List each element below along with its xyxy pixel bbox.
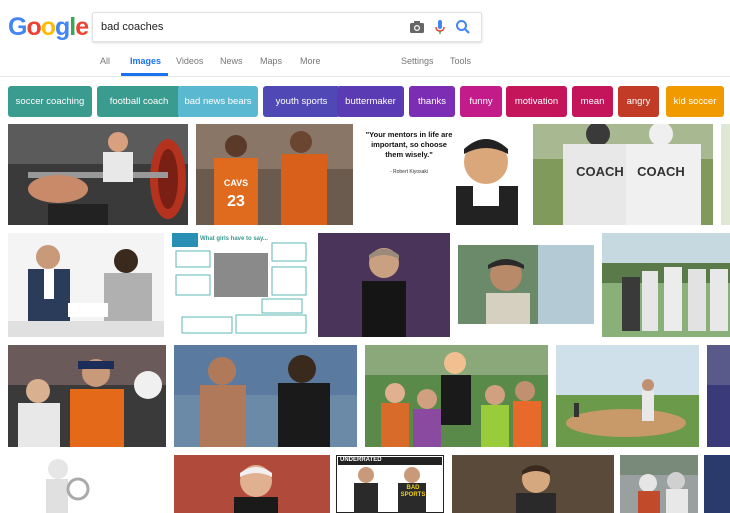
image-result-coach-sideline[interactable]: [452, 455, 614, 513]
nav-bar: All Images Videos News Maps More Setting…: [0, 56, 730, 76]
image-result-baseball-field[interactable]: [556, 345, 699, 447]
bad-sports-label: BAD SPORTS: [400, 485, 426, 498]
image-result-coach-portrait[interactable]: [318, 233, 450, 337]
image-result-coach-argument[interactable]: [174, 345, 357, 447]
chip-youth-sports[interactable]: youth sports: [263, 86, 340, 117]
comic-title: What girls have to say...: [200, 236, 268, 242]
image-result-3d-magnifier[interactable]: [8, 455, 168, 513]
active-tab-underline: [121, 73, 168, 76]
header: Google All Images Videos News Maps More …: [0, 0, 730, 77]
image-result-business-meeting[interactable]: [8, 233, 164, 337]
chip-angry[interactable]: angry: [618, 86, 659, 117]
search-input[interactable]: [101, 17, 391, 37]
chip-buttermaker[interactable]: buttermaker: [337, 86, 404, 117]
image-result-bad-sports[interactable]: UNDERRATED BAD SPORTS: [336, 455, 444, 513]
image-result-partial[interactable]: [707, 345, 730, 447]
chip-funny[interactable]: funny: [460, 86, 502, 117]
chip-thanks[interactable]: thanks: [409, 86, 455, 117]
image-result-kids-soccer[interactable]: [365, 345, 548, 447]
settings-link[interactable]: Settings: [401, 56, 434, 76]
tab-videos[interactable]: Videos: [176, 56, 203, 76]
chip-motivation[interactable]: motivation: [506, 86, 567, 117]
chip-mean[interactable]: mean: [572, 86, 613, 117]
image-result-kiyosaki-quote[interactable]: "Your mentors in life are important, so …: [361, 124, 525, 225]
logo-letter: o: [40, 13, 56, 41]
image-result-auburn-coach[interactable]: [8, 345, 166, 447]
logo-letter: g: [55, 13, 70, 41]
chip-bad-news-bears[interactable]: bad news bears: [178, 86, 258, 117]
image-result-baseball-team[interactable]: [602, 233, 730, 337]
logo-letter: e: [75, 13, 89, 41]
chip-kid-soccer[interactable]: kid soccer: [666, 86, 724, 117]
image-result-partial[interactable]: [721, 124, 730, 225]
search-icon[interactable]: [454, 18, 472, 36]
search-box: [92, 12, 482, 42]
image-result-comic-girls[interactable]: What girls have to say...: [172, 233, 310, 337]
coach-jersey-label: COACH: [576, 164, 624, 179]
tools-link[interactable]: Tools: [450, 56, 471, 76]
image-result-weightlifting[interactable]: [8, 124, 188, 225]
image-result-coach-jerseys[interactable]: COACH COACH: [533, 124, 713, 225]
jersey-number: 23: [227, 193, 245, 210]
quote-text: "Your mentors in life are important, so …: [365, 130, 453, 159]
google-logo[interactable]: Google: [8, 13, 89, 42]
jersey-word: CAVS: [224, 178, 248, 188]
tab-maps[interactable]: Maps: [260, 56, 282, 76]
image-result-coach-closeup[interactable]: [174, 455, 330, 513]
image-result-cavs-players[interactable]: CAVS 23: [196, 124, 353, 225]
tab-news[interactable]: News: [220, 56, 243, 76]
chip-football-coach[interactable]: football coach: [97, 86, 181, 117]
microphone-icon[interactable]: [431, 18, 449, 36]
underrated-label: UNDERRATED: [340, 457, 382, 463]
chip-soccer-coaching[interactable]: soccer coaching: [8, 86, 92, 117]
quote-author: - Robert Kiyosaki: [389, 169, 429, 175]
logo-letter: o: [26, 13, 41, 41]
image-result-coach-dugout[interactable]: [458, 245, 594, 324]
tab-more[interactable]: More: [300, 56, 321, 76]
camera-icon[interactable]: [408, 18, 426, 36]
logo-letter: G: [8, 13, 27, 41]
image-result-partial[interactable]: [704, 455, 730, 513]
coach-jersey-label: COACH: [637, 164, 685, 179]
image-result-football-players[interactable]: [620, 455, 698, 513]
tab-all[interactable]: All: [100, 56, 110, 76]
